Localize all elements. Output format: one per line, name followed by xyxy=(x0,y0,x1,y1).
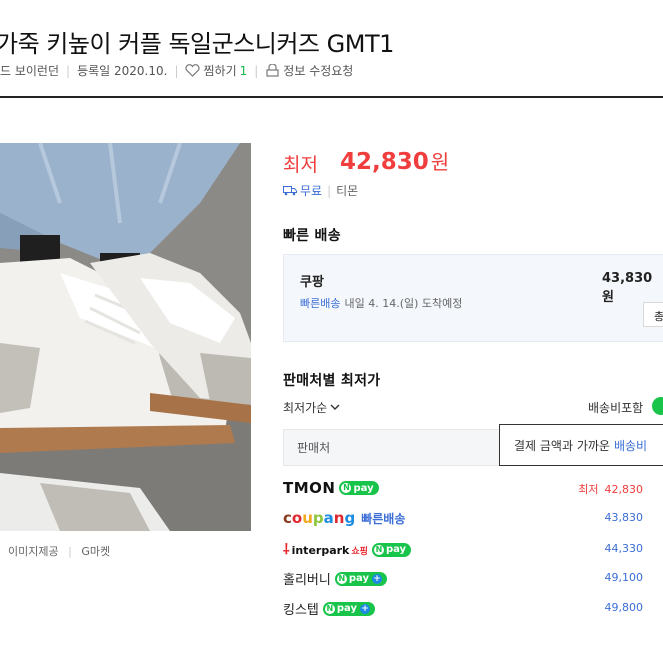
source-mall[interactable]: G마켓 xyxy=(81,545,110,558)
seller-row[interactable]: ⸸ interpark 쇼핑 Npay 44,330 xyxy=(283,540,663,566)
fast-delivery-button[interactable]: 총 xyxy=(643,302,663,327)
seller-price: 최저 42,830 xyxy=(578,481,643,497)
report-button[interactable]: 정보 수정요청 xyxy=(265,62,353,79)
shipping-free: 무료 xyxy=(300,184,323,198)
npay-label: pay xyxy=(353,482,374,494)
wish-button[interactable]: 찜하기 1 xyxy=(185,62,247,79)
sellers-heading: 판매처별 최저가 xyxy=(283,373,381,389)
fast-delivery-badge: 빠른배송 xyxy=(300,297,341,310)
divider: | xyxy=(66,63,71,78)
fast-delivery-store[interactable]: 쿠팡 xyxy=(300,271,324,290)
seller-price-value: 42,830 xyxy=(604,483,644,496)
report-label: 정보 수정요청 xyxy=(283,64,354,78)
divider: | xyxy=(327,183,332,198)
npay-plus-badge: Npay + xyxy=(322,601,376,616)
seller-row[interactable]: 킹스텝 Npay + 49,800 xyxy=(283,599,663,625)
source-label: 이미지제공 xyxy=(8,545,59,558)
truck-icon xyxy=(283,186,297,196)
tooltip-highlight: 배송비 xyxy=(613,439,648,453)
plus-icon: + xyxy=(360,603,371,614)
product-image[interactable] xyxy=(0,143,251,531)
sort-dropdown[interactable]: 최저가순 xyxy=(283,399,340,416)
seller-price: 44,330 xyxy=(604,542,644,555)
product-title: 가죽 키높이 커플 독일군스니커즈 GMT1 xyxy=(0,30,394,58)
heart-icon xyxy=(185,64,201,77)
brand-label[interactable]: 드 보이런던 xyxy=(0,62,59,79)
eta-text: 내일 4. 14.(일) 도착예정 xyxy=(344,297,463,310)
mall-logo-coupang: coupang xyxy=(283,509,356,527)
npay-badge: Npay xyxy=(371,542,412,557)
fast-delivery-heading: 빠른 배송 xyxy=(283,228,341,244)
image-source: 이미지제공 | G마켓 xyxy=(8,543,110,559)
registered-date: 등록일 2020.10. xyxy=(77,64,168,78)
column-seller: 판매처 xyxy=(297,441,331,455)
npay-n-icon: N xyxy=(341,483,352,493)
header-divider xyxy=(0,96,663,98)
seller-row[interactable]: TMON Npay 최저 42,830 xyxy=(283,479,663,505)
wish-label: 찜하기 xyxy=(203,64,237,78)
npay-n-icon: N xyxy=(324,603,335,614)
seller-price: 43,830 xyxy=(604,511,644,524)
lowest-price-label: 최저 xyxy=(283,154,318,176)
fast-delivery-tag: 빠른배송 xyxy=(361,511,406,526)
fast-delivery-price: 43,830원 xyxy=(602,271,653,305)
shipping-include-toggle[interactable] xyxy=(652,397,663,415)
interpark-name: interpark xyxy=(291,544,350,557)
mall-logo-interpark: ⸸ interpark 쇼핑 xyxy=(283,540,368,559)
npay-n-icon: N xyxy=(336,573,347,584)
shipping-tooltip: 결제 금액과 가까운 배송비 xyxy=(499,424,663,466)
npay-badge: Npay xyxy=(339,481,379,495)
plus-icon: + xyxy=(371,573,382,584)
chevron-down-icon xyxy=(330,404,340,410)
mall-name: 홀리버니 xyxy=(283,573,331,588)
lowest-mall[interactable]: 티몬 xyxy=(336,182,358,199)
interpark-shop-label: 쇼핑 xyxy=(351,547,368,557)
product-meta: 드 보이런던 | 등록일 2020.10. | 찜하기 1 | 정보 수정요청 xyxy=(0,62,353,79)
mall-name: 킹스텝 xyxy=(283,603,319,618)
npay-label: pay xyxy=(348,573,369,584)
lowest-price[interactable]: 42,830 원 xyxy=(340,146,449,175)
lowest-tag: 최저 xyxy=(578,483,599,496)
sneaker-photo xyxy=(0,143,251,531)
price-unit: 원 xyxy=(430,150,450,174)
fast-delivery-eta: 빠른배송 내일 4. 14.(일) 도착예정 xyxy=(300,295,462,311)
tooltip-text: 결제 금액과 가까운 xyxy=(514,439,610,453)
report-icon xyxy=(266,64,279,77)
npay-label: pay xyxy=(385,544,407,555)
wish-count: 1 xyxy=(239,63,248,78)
seller-row[interactable]: coupang 빠른배송 43,830 xyxy=(283,509,663,535)
divider: | xyxy=(174,63,179,78)
seller-price: 49,100 xyxy=(604,571,644,584)
sort-label: 최저가순 xyxy=(283,401,328,415)
npay-n-icon: N xyxy=(373,544,384,555)
divider: | xyxy=(68,545,72,558)
seller-row[interactable]: 홀리버니 Npay + 49,100 xyxy=(283,569,663,595)
interpark-mark-icon: ⸸ xyxy=(283,542,290,558)
shipping-info: 무료 | 티몬 xyxy=(283,182,358,199)
shipping-include-label: 배송비포함 xyxy=(588,401,644,415)
mall-logo-tmon: TMON xyxy=(283,479,336,497)
npay-label: pay xyxy=(336,603,358,614)
divider: | xyxy=(254,63,259,78)
lowest-price-value: 42,830 xyxy=(340,149,429,175)
npay-plus-badge: Npay + xyxy=(334,571,387,586)
seller-price: 49,800 xyxy=(604,601,644,614)
